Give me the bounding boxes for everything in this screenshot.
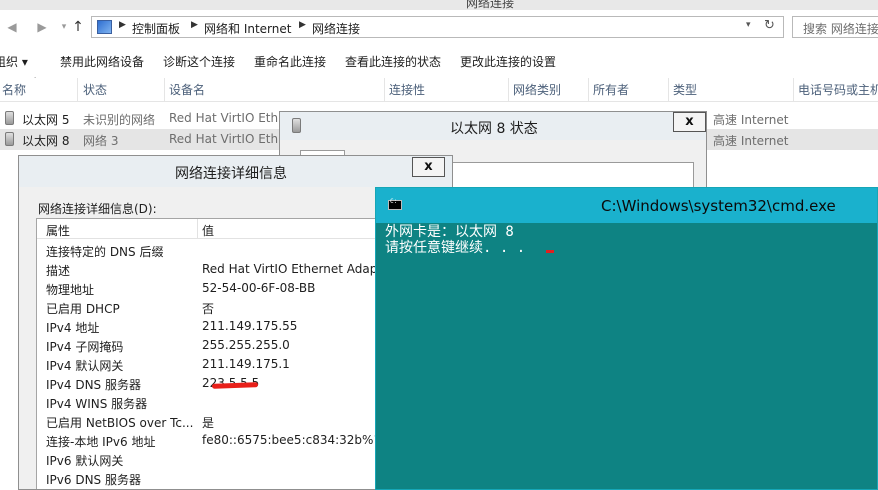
cmd-title: C:\Windows\system32\cmd.exe: [601, 197, 836, 215]
control-panel-icon: [97, 20, 112, 34]
status-dialog-titlebar[interactable]: 以太网 8 状态 x: [280, 112, 706, 140]
text-cursor: [546, 250, 554, 253]
address-bar[interactable]: ▶ 控制面板 ▶ 网络和 Internet ▶ 网络连接 ▾ ↻: [91, 16, 784, 38]
organize-menu[interactable]: 组织 ▾: [0, 53, 28, 70]
column-network-category[interactable]: 网络类别: [509, 78, 589, 102]
details-dialog-titlebar[interactable]: 网络连接详细信息 x: [19, 156, 452, 187]
console-line: 请按任意键继续. . .: [385, 240, 526, 256]
rename-button[interactable]: 重命名此连接: [254, 53, 326, 70]
cmd-titlebar[interactable]: C:\Windows\system32\cmd.exe: [376, 188, 877, 223]
details-list-label: 网络连接详细信息(D):: [38, 202, 157, 216]
network-adapter-icon: [5, 132, 14, 146]
column-owner[interactable]: 所有者: [589, 78, 669, 102]
network-adapter-icon: [5, 111, 14, 125]
column-phone-host[interactable]: 电话号码或主机: [794, 78, 878, 102]
refresh-icon[interactable]: ↻: [764, 18, 775, 33]
connection-type: 高速 Internet: [713, 113, 789, 127]
back-arrow-icon[interactable]: ◀: [4, 19, 20, 35]
details-dialog-title: 网络连接详细信息: [175, 166, 287, 182]
view-status-button[interactable]: 查看此连接的状态: [345, 53, 441, 70]
breadcrumb-network-internet[interactable]: 网络和 Internet: [204, 20, 291, 37]
close-button[interactable]: x: [412, 157, 445, 177]
column-status[interactable]: 状态: [79, 78, 165, 102]
cmd-window[interactable]: C:\Windows\system32\cmd.exe 外网卡是：以太网 8 请…: [375, 187, 878, 490]
address-dropdown-icon[interactable]: ▾: [746, 20, 751, 30]
connection-status: 未识别的网络: [83, 113, 156, 127]
search-placeholder: 搜索 网络连接: [803, 22, 878, 36]
connection-status: 网络 3: [83, 134, 119, 148]
breadcrumb-control-panel[interactable]: 控制面板: [132, 20, 180, 37]
connection-type: 高速 Internet: [713, 134, 789, 148]
address-row: ◀ ▶ ▾ ↑ ▶ 控制面板 ▶ 网络和 Internet ▶ 网络连接 ▾ ↻…: [0, 10, 878, 46]
breadcrumb-separator-icon[interactable]: ▶: [299, 20, 306, 30]
breadcrumb-network-connections[interactable]: 网络连接: [312, 20, 360, 37]
column-type[interactable]: 类型: [669, 78, 794, 102]
column-device[interactable]: 设备名: [165, 78, 385, 102]
disable-device-button[interactable]: 禁用此网络设备: [60, 53, 144, 70]
network-adapter-icon: [292, 118, 301, 133]
header-value[interactable]: 值: [202, 222, 214, 239]
breadcrumb-separator-icon[interactable]: ▶: [191, 20, 198, 30]
forward-arrow-icon[interactable]: ▶: [34, 19, 50, 35]
column-connectivity[interactable]: 连接性: [385, 78, 509, 102]
explorer-title-strip: 网络连接: [0, 0, 878, 10]
header-property[interactable]: 属性: [46, 222, 70, 239]
column-header-row: 名称 状态 设备名 连接性 网络类别 所有者 类型 电话号码或主机: [0, 78, 878, 102]
command-bar: 组织 ▾ 禁用此网络设备 诊断这个连接 重命名此连接 查看此连接的状态 更改此连…: [0, 46, 878, 76]
connection-device: Red Hat VirtIO Eth: [169, 111, 279, 125]
connection-name: 以太网 5: [22, 113, 70, 127]
connection-name: 以太网 8: [22, 134, 70, 148]
up-arrow-icon[interactable]: ↑: [70, 19, 86, 35]
connection-device: Red Hat VirtIO Eth: [169, 132, 279, 146]
cmd-icon: [388, 198, 402, 210]
search-input[interactable]: 搜索 网络连接: [792, 16, 878, 38]
close-button[interactable]: x: [673, 112, 706, 132]
breadcrumb-separator-icon[interactable]: ▶: [119, 20, 126, 30]
status-dialog-title: 以太网 8 状态: [450, 121, 538, 137]
diagnose-button[interactable]: 诊断这个连接: [163, 53, 235, 70]
change-settings-button[interactable]: 更改此连接的设置: [460, 53, 556, 70]
column-name[interactable]: 名称: [0, 78, 78, 102]
